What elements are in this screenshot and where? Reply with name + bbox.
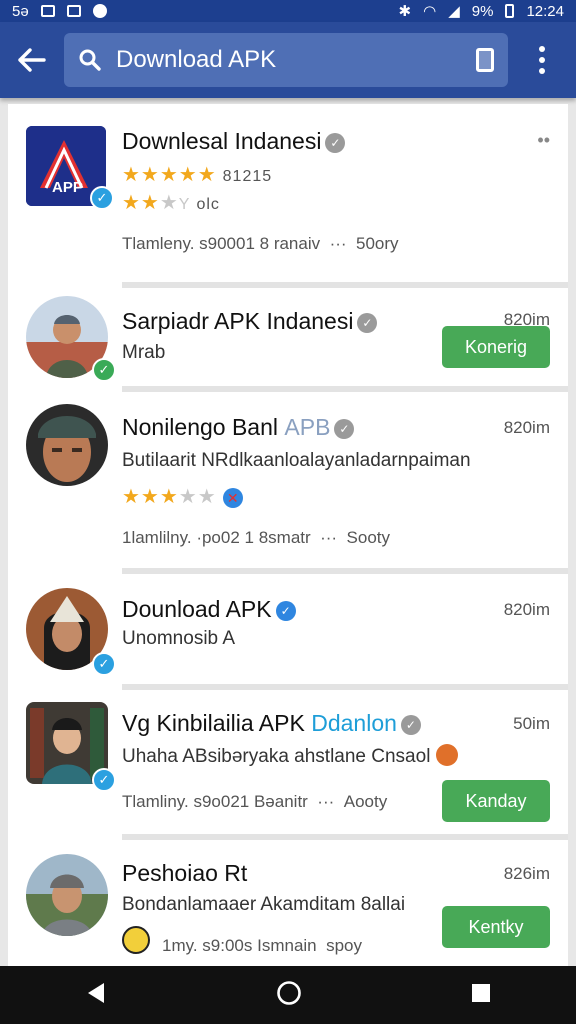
app-subtitle: Bondanlamaaer Akamditam 8allai (122, 894, 406, 915)
meta-tail: Aooty (343, 792, 388, 811)
dots-separator: ··· (320, 528, 338, 547)
navigation-bar (0, 966, 576, 1024)
recents-nav-icon[interactable] (470, 982, 492, 1009)
app-bar (0, 22, 576, 98)
list-item[interactable]: ✓ Sarpiadr APK Indanesi ✓ 820im Mrab Kone… (8, 288, 568, 388)
security-badge-icon: ✓ (90, 186, 114, 210)
app-subtitle: Uhaha ABsibəryaka ahstlane Cnsaol (122, 746, 431, 767)
list-item[interactable]: Nonilengo Banl APB ✓ 820im Butilaarit NRd… (8, 392, 568, 568)
app-title: Vg Kinbilailia APK (122, 710, 305, 736)
battery-icon (505, 4, 515, 18)
overflow-menu-icon[interactable] (508, 22, 576, 98)
app-title: Dounload APK (122, 596, 272, 622)
list-item[interactable]: ✓ Vg Kinbilailia APK Ddanlon ✓ 50im Uhaha… (8, 690, 568, 836)
more-options-icon[interactable]: •• (537, 130, 550, 151)
search-input[interactable] (110, 40, 476, 80)
secondary-rating-stars: ★★★Y olc (122, 192, 220, 214)
app-subtitle: Butilaarit NRdlkaanloalayanladarnpaiman (122, 450, 471, 471)
size-label: 50im (513, 714, 550, 733)
tools-icon: ✕ (223, 488, 244, 508)
app-title: Sarpiadr APK Indanesi (122, 308, 354, 334)
meta-tail: 50ory (356, 234, 399, 253)
home-nav-icon[interactable] (276, 980, 302, 1011)
avatar (26, 854, 108, 936)
list-item[interactable]: Peshoiao Rt 826im Bondanlamaaer Akamdita… (8, 840, 568, 966)
image-icon (66, 5, 81, 17)
gallery-icon (40, 5, 55, 17)
notification-icon (92, 4, 107, 18)
dots-separator: ··· (329, 234, 347, 253)
rating-stars: ★★★★★ 81215 (122, 164, 273, 186)
like-badge-icon: ✓ (92, 768, 116, 792)
title-tag: APB (284, 414, 331, 440)
size-label: 820im (503, 418, 550, 437)
back-arrow-icon[interactable] (0, 22, 64, 98)
meta-tail: Sooty (346, 528, 391, 547)
back-nav-icon[interactable] (84, 981, 108, 1010)
size-label: 820im (503, 600, 550, 619)
meta-text: Tlamliny. s9o021 Bəanitr (122, 792, 308, 811)
install-button[interactable]: Kanday (442, 780, 550, 822)
install-button[interactable]: Kentky (442, 906, 550, 948)
phone-icon[interactable] (476, 48, 494, 72)
verified-badge-icon: ✓ (92, 358, 116, 382)
results-list: APP ✓ Downlesal Indanesi ✓ •• ★★★★★ 81215 … (8, 104, 568, 966)
meta-tail: spoy (326, 936, 363, 955)
svg-text:APP: APP (52, 179, 83, 196)
list-item[interactable]: ✓ Dounload APK ✓ 820im Unomnosib A (8, 574, 568, 684)
signal-icon: ◢ (448, 3, 460, 20)
verified-icon: ✓ (325, 133, 346, 153)
install-button[interactable]: Konerig (442, 326, 550, 368)
status-bar: 5ə ✱ ◠ ◢ 9% 12:24 (0, 0, 576, 22)
battery-percent: 9% (471, 2, 494, 20)
app-title: Downlesal Indanesi (122, 128, 322, 154)
app-title: Peshoiao Rt (122, 860, 248, 886)
title-tag: Ddanlon (311, 710, 397, 736)
dots-separator: ··· (317, 792, 335, 811)
verified-icon: ✓ (275, 601, 296, 621)
rating-stars: ★★★★★ ✕ (122, 484, 244, 509)
wifi-icon: ◠ (423, 3, 437, 20)
app-title: Nonilengo Banl (122, 414, 279, 440)
meta-text: Tlamleny. s90001 8 ranaiv (122, 234, 321, 253)
list-item[interactable]: APP ✓ Downlesal Indanesi ✓ •• ★★★★★ 81215 … (8, 104, 568, 284)
emoji-icon (435, 744, 458, 766)
smiley-icon (122, 926, 150, 954)
verified-icon: ✓ (400, 715, 421, 735)
size-label: 826im (503, 864, 550, 883)
clock: 12:24 (526, 2, 564, 20)
like-badge-icon: ✓ (92, 652, 116, 676)
bluetooth-icon: ✱ (398, 3, 412, 20)
meta-text: 1lamlilny. ·po02 1 8smatr (122, 528, 311, 547)
meta-text: 1my. s9:00s Ismnain (162, 936, 317, 955)
verified-icon: ✓ (357, 313, 378, 333)
app-subtitle: Unomnosib A (122, 628, 236, 649)
verified-icon: ✓ (334, 419, 355, 439)
search-bar[interactable] (64, 33, 508, 87)
carrier-label: 5ə (12, 2, 29, 20)
avatar (26, 404, 108, 486)
search-icon (78, 48, 110, 72)
app-subtitle: Mrab (122, 342, 166, 363)
